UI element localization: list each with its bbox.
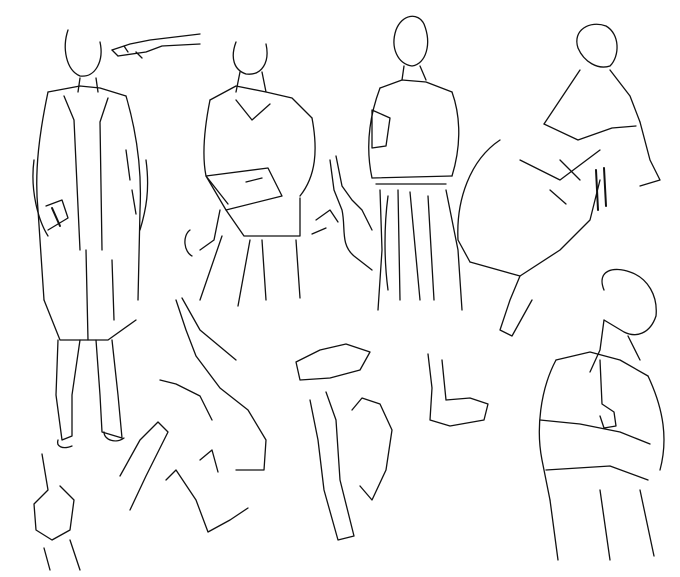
figure-sweater	[184, 41, 316, 307]
figure-long-coat	[32, 29, 149, 449]
hand-study-cluster	[33, 297, 489, 571]
sketch-sheet	[0, 0, 680, 577]
figure-mandarin-collar	[368, 15, 463, 311]
pointing-hand-mid	[311, 155, 373, 271]
figure-seated	[457, 23, 661, 337]
figure-coat-glasses	[538, 268, 665, 561]
sketch-canvas	[32, 15, 665, 571]
reaching-hand-sketch	[111, 33, 201, 59]
